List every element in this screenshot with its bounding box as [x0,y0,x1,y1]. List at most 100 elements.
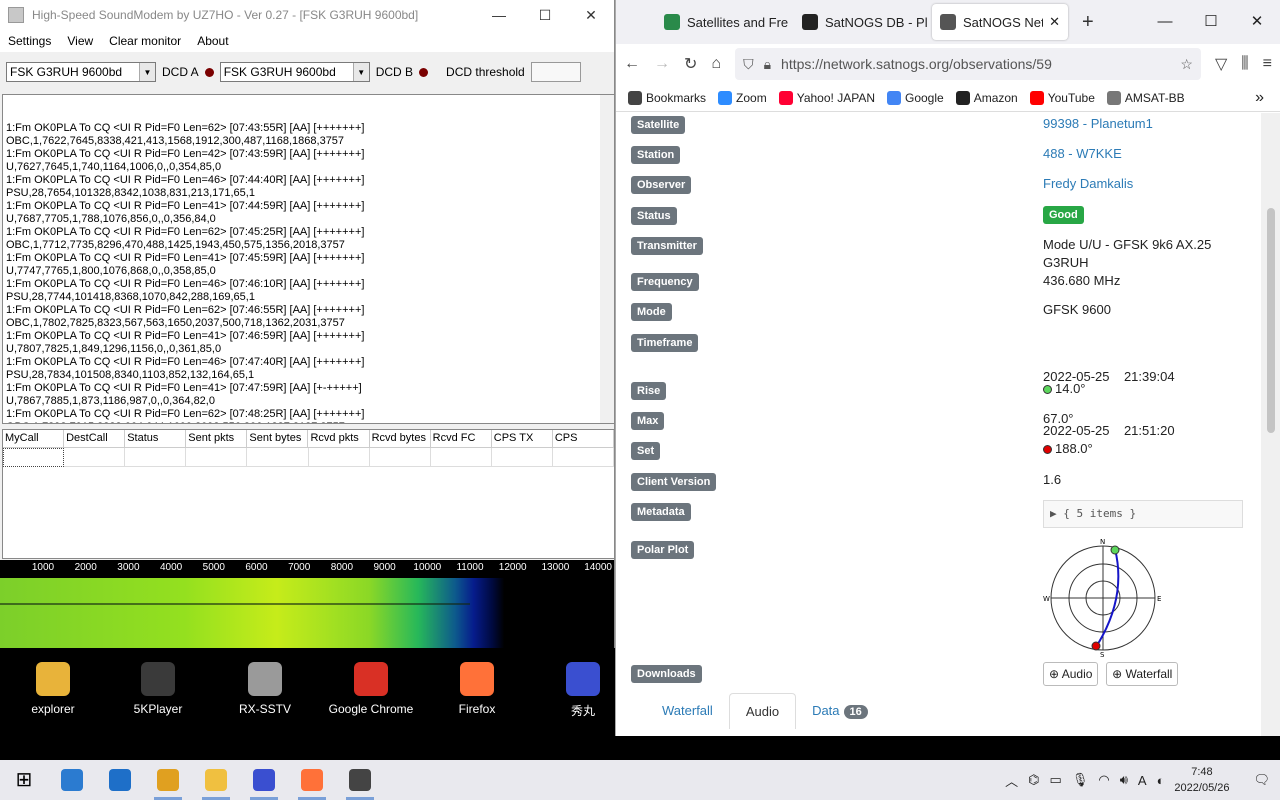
monitor-text: 1:Fm OK0PLA To CQ <UI R Pid=F0 Len=62> [… [6,122,611,423]
table-cell[interactable] [125,448,187,467]
tab-satellites[interactable]: Satellites and Fre [656,4,792,40]
column-header[interactable]: Status [125,430,187,448]
scrollbar-thumb[interactable] [1267,208,1275,433]
close-button[interactable]: ✕ [1234,0,1280,44]
url-bar[interactable]: ⛉ 🔒︎ https://network.satnogs.org/observa… [735,48,1201,80]
url-text[interactable]: https://network.satnogs.org/observations… [781,56,1170,72]
shield-icon[interactable]: ⛉ [743,56,754,73]
column-header[interactable]: DestCall [64,430,126,448]
more-bookmarks-icon[interactable]: » [1255,89,1264,107]
table-cell[interactable] [430,448,492,467]
soundmodem-titlebar[interactable]: High-Speed SoundModem by UZ7HO - Ver 0.2… [0,0,614,30]
maximize-button[interactable]: ☐ [1188,0,1234,44]
bookmark-item[interactable]: Google [886,90,944,105]
column-header[interactable]: MyCall [3,430,65,448]
modem-a-select[interactable]: FSK G3RUH 9600bd ▼ [6,62,156,82]
bookmark-item[interactable]: Yahoo! JAPAN [778,90,875,105]
metadata-viewer[interactable]: ▶ { 5 items } [1043,500,1243,528]
tab-data[interactable]: Data 16 [796,693,884,729]
page-scrollbar[interactable] [1261,113,1280,736]
tab-satnogs-network[interactable]: SatNOGS Netw ✕ [932,4,1068,40]
minimize-button[interactable]: — [1142,0,1188,44]
monitor-scrollbar[interactable] [600,95,614,423]
minimize-button[interactable]: — [476,7,522,23]
bookmark-item[interactable]: Amazon [955,90,1018,105]
table-cell[interactable] [64,448,126,467]
notification-icon[interactable]: 🗨︎ [1253,772,1270,788]
column-header[interactable]: Rcvd pkts [308,430,370,448]
table-cell[interactable] [3,448,65,467]
table-cell[interactable] [369,448,431,467]
battery-icon[interactable]: ▭ [1050,772,1062,788]
tab-satnogs-db[interactable]: SatNOGS DB - Pl [794,4,930,40]
download-audio-button[interactable]: ⊕ Audio [1043,662,1099,686]
network-icon[interactable]: ⌬ [1028,772,1039,788]
monitor-line: U,7807,7825,1,849,1296,1156,0,,0,361,85,… [6,343,222,355]
bookmark-item[interactable]: YouTube [1029,90,1095,105]
start-button[interactable]: ⊞ [0,760,48,800]
mail-app[interactable] [96,760,144,800]
column-header[interactable]: Sent pkts [186,430,248,448]
maximize-button[interactable]: ☐ [522,7,568,24]
column-header[interactable]: CPS TX [491,430,553,448]
bookmark-item[interactable]: AMSAT-BB [1106,90,1185,105]
new-tab-button[interactable]: + [1082,11,1094,34]
hidemaru-app[interactable] [240,760,288,800]
calculator-app[interactable] [48,760,96,800]
start-icon: ⊞ [15,769,33,791]
observer-link[interactable]: Fredy Damkalis [1043,175,1133,193]
tab-waterfall[interactable]: Waterfall [646,693,729,729]
column-header[interactable]: Rcvd bytes [369,430,431,448]
monitor-line: U,7687,7705,1,788,1076,856,0,,0,356,84,0 [6,213,216,225]
home-icon[interactable]: ⌂ [711,55,721,73]
star-icon[interactable]: ☆ [1180,56,1193,73]
download-waterfall-button[interactable]: ⊕ Waterfall [1106,662,1179,686]
menu-about[interactable]: About [189,34,236,48]
paint-app[interactable] [144,760,192,800]
firefox-app[interactable] [288,760,336,800]
table-cell[interactable] [247,448,309,467]
desktop-icon[interactable]: RX-SSTV [217,662,313,716]
table-cell[interactable] [186,448,248,467]
table-row[interactable] [3,448,614,467]
close-button[interactable]: ✕ [568,7,614,24]
desktop-icon[interactable]: Firefox [429,662,525,716]
column-header[interactable]: Sent bytes [247,430,309,448]
soundmodem-app[interactable] [336,760,384,800]
menu-settings[interactable]: Settings [0,34,59,48]
desktop-icon[interactable]: Google Chrome [323,662,419,716]
monitor-panel[interactable]: 1:Fm OK0PLA To CQ <UI R Pid=F0 Len=62> [… [2,94,614,424]
menu-view[interactable]: View [59,34,101,48]
pocket-icon[interactable]: ▽ [1215,54,1227,74]
forward-icon[interactable]: → [654,55,670,73]
ime-mode-icon[interactable]: ◐ [1157,773,1165,788]
bookmark-item[interactable]: Zoom [718,90,767,105]
ime-icon[interactable]: A [1138,773,1147,788]
column-header[interactable]: CPS [552,430,614,448]
table-cell[interactable] [491,448,553,467]
dcd-threshold-slider[interactable] [530,62,581,82]
microphone-icon[interactable]: 🎙︎ [1072,772,1089,788]
bookmark-item[interactable]: Bookmarks [628,90,706,105]
wifi-icon[interactable]: ◠ [1098,772,1109,788]
lock-icon[interactable]: 🔒︎ [764,56,771,73]
volume-icon[interactable]: 🔊︎ [1120,772,1128,788]
desktop-icon[interactable]: 5KPlayer [110,662,206,716]
menu-clear-monitor[interactable]: Clear monitor [101,34,189,48]
clock[interactable]: 7:48 2022/05/26 [1174,764,1229,796]
library-icon[interactable]: ⫼ [1241,55,1248,73]
menu-icon[interactable]: ≡ [1263,55,1272,73]
modem-b-select[interactable]: FSK G3RUH 9600bd ▼ [219,62,370,82]
tab-audio[interactable]: Audio [728,693,797,729]
explorer-app[interactable] [192,760,240,800]
table-cell[interactable] [308,448,370,467]
chevron-up-icon[interactable]: ︿ [1005,771,1018,790]
column-header[interactable]: Rcvd FC [430,430,492,448]
close-tab-icon[interactable]: ✕ [1049,14,1060,30]
satellite-link[interactable]: 99398 - Planetum1 [1043,115,1153,133]
back-icon[interactable]: ← [624,55,640,73]
station-link[interactable]: 488 - W7KKE [1043,145,1122,163]
desktop-icon[interactable]: explorer [5,662,101,716]
table-cell[interactable] [552,448,614,467]
reload-icon[interactable]: ↻ [684,54,697,74]
